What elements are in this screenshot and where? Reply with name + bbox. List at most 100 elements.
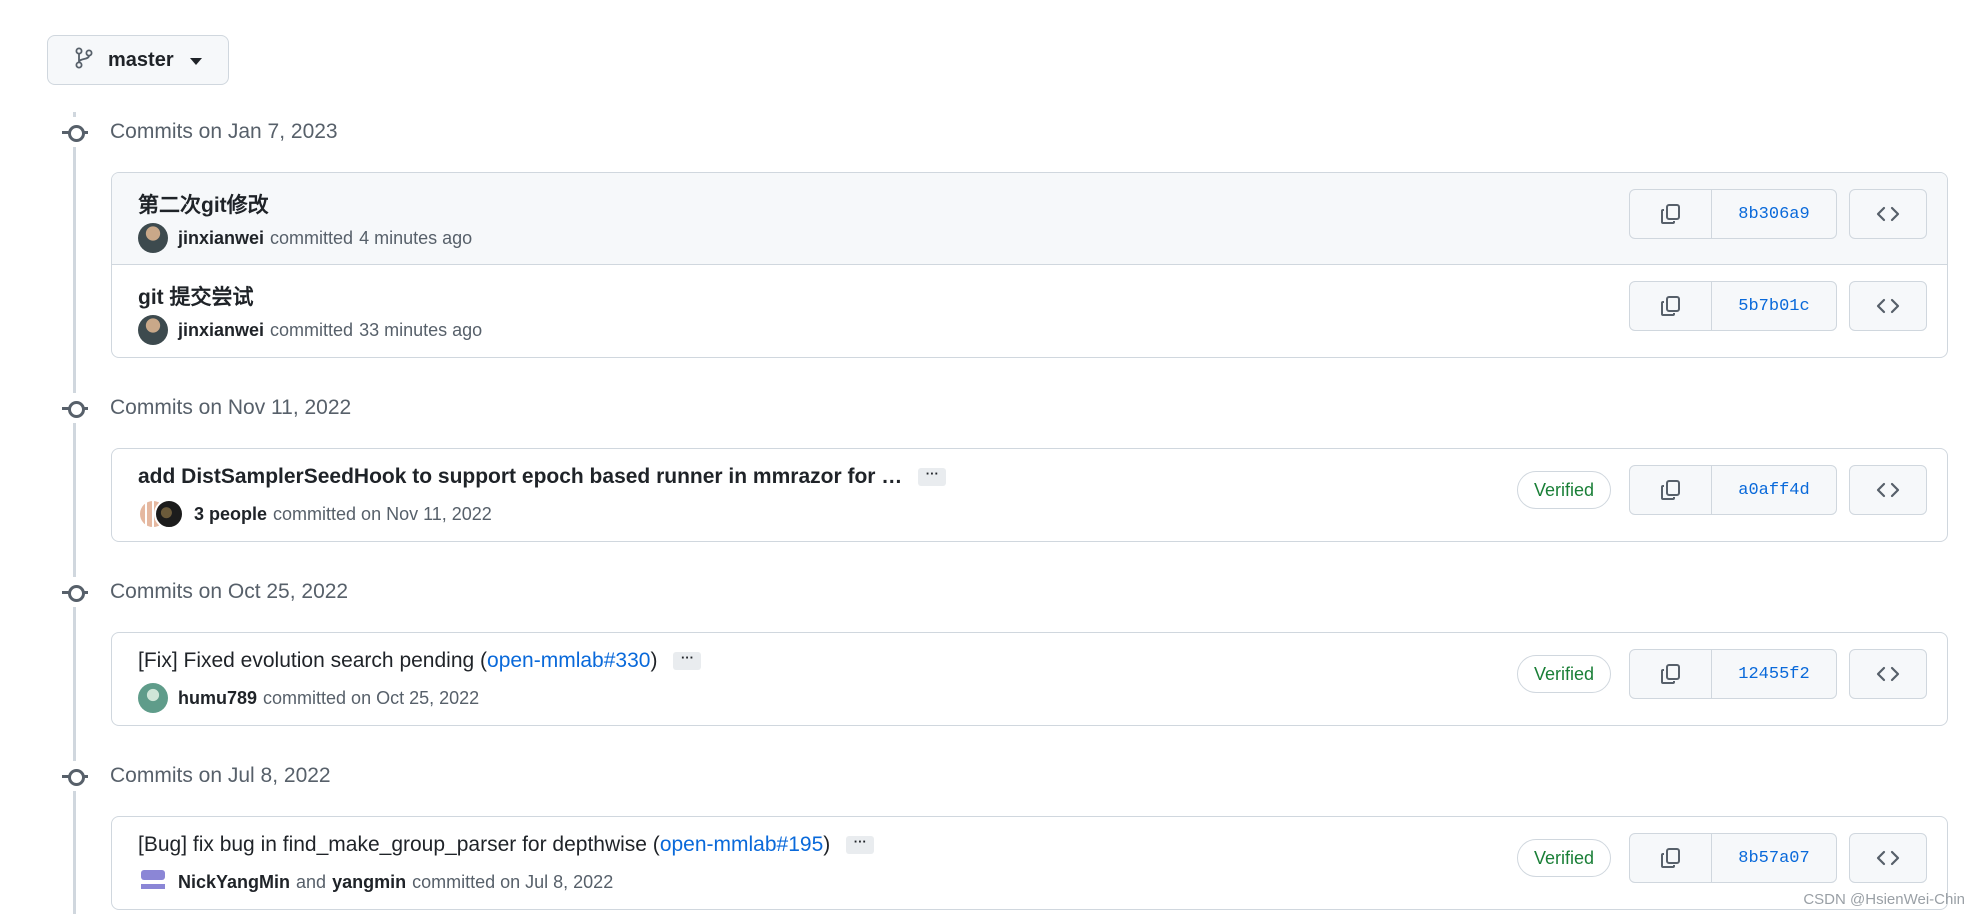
commit-actions: 5b7b01c — [1629, 281, 1927, 331]
commit-message: [Fix] Fixed evolution search pending (op… — [138, 649, 702, 673]
coauthor-link[interactable]: yangmin — [332, 872, 406, 893]
copy-icon — [1660, 848, 1680, 868]
commit-row: 第二次git修改 jinxianwei committed 4 minutes … — [112, 173, 1947, 265]
avatar[interactable] — [138, 683, 168, 713]
group-title: Commits on Nov 11, 2022 — [110, 396, 352, 419]
browse-repo-button[interactable] — [1849, 649, 1927, 699]
commit-meta: humu789 committed on Oct 25, 2022 — [138, 683, 485, 713]
browse-repo-button[interactable] — [1849, 465, 1927, 515]
author-link[interactable]: jinxianwei — [178, 228, 264, 249]
browse-repo-button[interactable] — [1849, 281, 1927, 331]
watermark: CSDN @HsienWei-Chin — [1803, 891, 1965, 908]
pull-request-link[interactable]: open-mmlab#195 — [660, 833, 823, 856]
commit-group-header: Commits on Oct 25, 2022 — [60, 572, 348, 612]
avatar-stack[interactable] — [138, 499, 184, 529]
commit-meta: jinxianwei committed 4 minutes ago — [138, 223, 472, 253]
paren-close: ) — [823, 833, 831, 856]
commit-actions: Verified 12455f2 — [1516, 649, 1927, 699]
sha-button-group: 5b7b01c — [1629, 281, 1837, 331]
commit-message-link[interactable]: git 提交尝试 — [138, 281, 254, 311]
browse-repo-button[interactable] — [1849, 833, 1927, 883]
code-icon — [1876, 850, 1900, 866]
paren-close: ) — [650, 649, 658, 672]
copy-icon — [1660, 204, 1680, 224]
commit-message-link[interactable]: [Bug] fix bug in find_make_group_parser … — [138, 833, 660, 856]
commit-row: [Bug] fix bug in find_make_group_parser … — [112, 817, 1947, 909]
commit-message-link[interactable]: add DistSamplerSeedHook to support epoch… — [138, 465, 902, 489]
commit-message-link[interactable]: 第二次git修改 — [138, 189, 269, 219]
group-title: Commits on Jan 7, 2023 — [110, 120, 338, 143]
expand-message-button[interactable]: ··· — [918, 467, 947, 486]
author-link[interactable]: NickYangMin — [178, 872, 290, 893]
and-text: and — [296, 871, 327, 892]
avatar[interactable] — [138, 223, 168, 253]
commit-action: committed on Nov 11, 2022 — [273, 503, 492, 524]
commit-sha-link[interactable]: 5b7b01c — [1712, 282, 1836, 330]
commit-row: git 提交尝试 jinxianwei committed 33 minutes… — [112, 265, 1947, 357]
author-link[interactable]: jinxianwei — [178, 320, 264, 341]
caret-down-icon — [189, 58, 202, 65]
group-title: Commits on Oct 25, 2022 — [110, 580, 349, 603]
expand-message-button[interactable]: ··· — [673, 651, 702, 670]
commit-meta: NickYangMin and yangmin committed on Jul… — [138, 867, 619, 897]
sha-button-group: a0aff4d — [1629, 465, 1837, 515]
avatar[interactable] — [138, 315, 168, 345]
author-link[interactable]: humu789 — [178, 688, 257, 709]
avatar[interactable] — [138, 867, 168, 897]
pull-request-link[interactable]: open-mmlab#330 — [487, 649, 650, 672]
commit-row: add DistSamplerSeedHook to support epoch… — [112, 449, 1947, 541]
commit-group-header: Commits on Jan 7, 2023 — [60, 112, 338, 152]
commit-time: 4 minutes ago — [359, 227, 473, 248]
commit-message: 第二次git修改 — [138, 189, 269, 219]
code-icon — [1876, 206, 1900, 222]
commit-list: 第二次git修改 jinxianwei committed 4 minutes … — [111, 172, 1948, 358]
git-commit-icon — [60, 117, 90, 147]
copy-sha-button[interactable] — [1630, 190, 1712, 238]
browse-repo-button[interactable] — [1849, 189, 1927, 239]
commit-actions: 8b306a9 — [1629, 189, 1927, 239]
commit-sha-link[interactable]: 8b57a07 — [1712, 834, 1836, 882]
commit-sha-link[interactable]: 8b306a9 — [1712, 190, 1836, 238]
commit-list: [Bug] fix bug in find_make_group_parser … — [111, 816, 1948, 910]
commit-sha-link[interactable]: a0aff4d — [1712, 466, 1836, 514]
copy-sha-button[interactable] — [1630, 466, 1712, 514]
commit-sha-link[interactable]: 12455f2 — [1712, 650, 1836, 698]
copy-sha-button[interactable] — [1630, 834, 1712, 882]
commit-meta: jinxianwei committed 33 minutes ago — [138, 315, 482, 345]
commit-actions: Verified a0aff4d — [1516, 465, 1927, 515]
expand-message-button[interactable]: ··· — [846, 835, 875, 854]
git-commit-icon — [60, 761, 90, 791]
verified-badge[interactable]: Verified — [1516, 471, 1611, 509]
author-link[interactable]: 3 people — [194, 504, 267, 525]
commit-list: [Fix] Fixed evolution search pending (op… — [111, 632, 1948, 726]
commit-time: 33 minutes ago — [359, 319, 483, 340]
sha-button-group: 8b57a07 — [1629, 833, 1837, 883]
commit-actions: Verified 8b57a07 — [1516, 833, 1927, 883]
group-title: Commits on Jul 8, 2022 — [110, 764, 331, 787]
commit-list: add DistSamplerSeedHook to support epoch… — [111, 448, 1948, 542]
code-icon — [1876, 482, 1900, 498]
commit-meta: 3 people committed on Nov 11, 2022 — [138, 499, 498, 529]
commit-row: [Fix] Fixed evolution search pending (op… — [112, 633, 1947, 725]
commit-group-header: Commits on Nov 11, 2022 — [60, 388, 351, 428]
commit-group-header: Commits on Jul 8, 2022 — [60, 756, 331, 796]
copy-sha-button[interactable] — [1630, 650, 1712, 698]
commit-action: committed on Jul 8, 2022 — [412, 871, 614, 892]
code-icon — [1876, 666, 1900, 682]
branch-selector-button[interactable]: master — [47, 35, 229, 85]
copy-icon — [1660, 296, 1680, 316]
copy-sha-button[interactable] — [1630, 282, 1712, 330]
sha-button-group: 8b306a9 — [1629, 189, 1837, 239]
commit-message: add DistSamplerSeedHook to support epoch… — [138, 465, 947, 489]
code-icon — [1876, 298, 1900, 314]
git-commit-icon — [60, 577, 90, 607]
verified-badge[interactable]: Verified — [1516, 839, 1611, 877]
commit-message-link[interactable]: [Fix] Fixed evolution search pending ( — [138, 649, 487, 672]
commit-message: [Bug] fix bug in find_make_group_parser … — [138, 833, 875, 857]
verified-badge[interactable]: Verified — [1516, 655, 1611, 693]
commit-action: committed on Oct 25, 2022 — [263, 687, 480, 708]
sha-button-group: 12455f2 — [1629, 649, 1837, 699]
branch-name: master — [108, 48, 174, 71]
copy-icon — [1660, 664, 1680, 684]
copy-icon — [1660, 480, 1680, 500]
